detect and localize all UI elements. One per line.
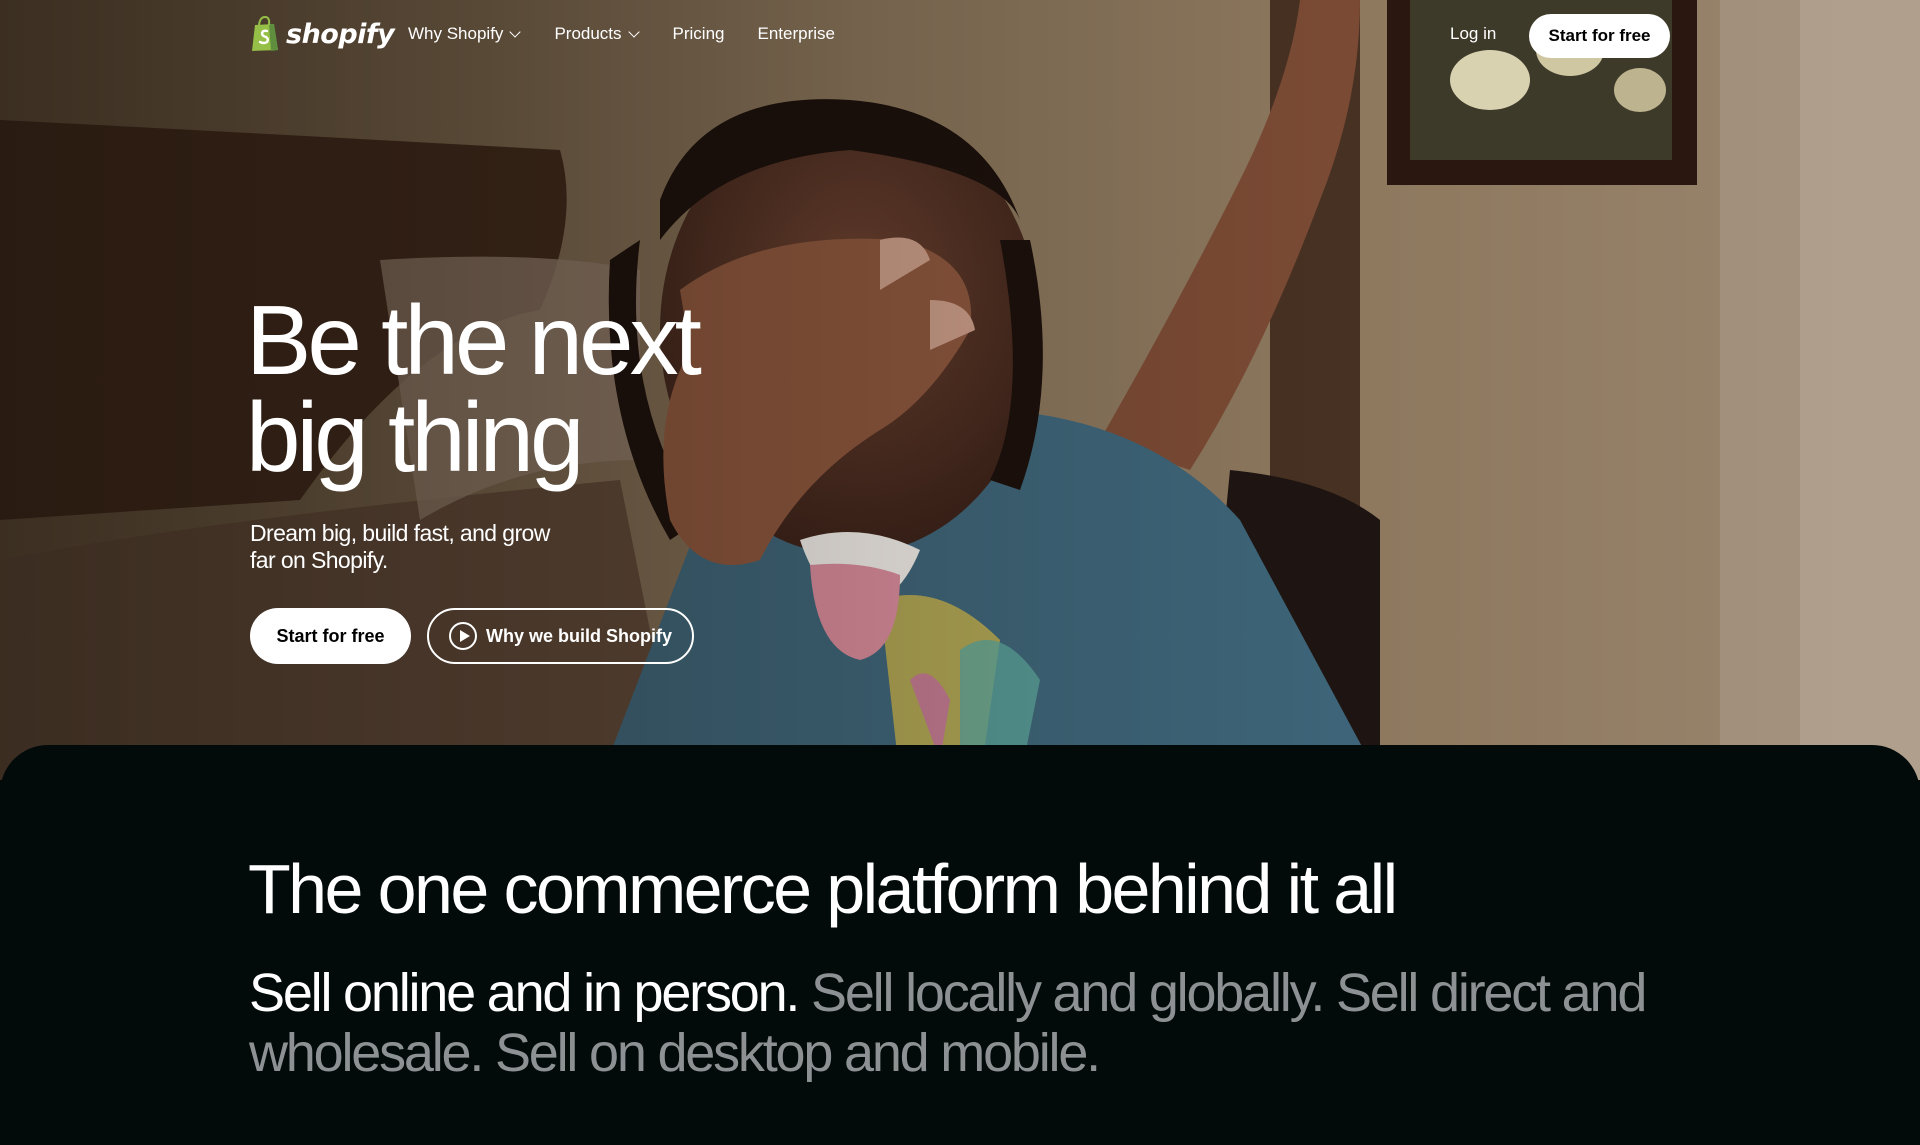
- login-link[interactable]: Log in: [1450, 24, 1496, 44]
- hero-start-free-button[interactable]: Start for free: [250, 608, 411, 664]
- nav-item-enterprise[interactable]: Enterprise: [758, 24, 835, 44]
- nav-item-why-shopify[interactable]: Why Shopify: [408, 24, 522, 44]
- top-navigation: shopify Why Shopify Products Pricing Ent…: [0, 0, 1920, 72]
- nav-item-label: Enterprise: [757, 24, 835, 43]
- nav-start-free-button[interactable]: Start for free: [1529, 14, 1670, 58]
- why-we-build-label: Why we build Shopify: [486, 625, 672, 646]
- nav-item-products[interactable]: Products: [554, 24, 640, 44]
- hero-title: Be the next big thing: [246, 291, 946, 486]
- nav-item-label: Pricing: [672, 24, 725, 43]
- why-we-build-shopify-button[interactable]: Why we build Shopify: [427, 608, 694, 664]
- shopify-logo[interactable]: shopify: [250, 16, 395, 52]
- chevron-down-icon: [627, 26, 640, 38]
- nav-links: Why Shopify Products Pricing Enterprise: [408, 24, 835, 44]
- shopify-bag-icon: [252, 16, 278, 51]
- hero-subtitle: Dream big, build fast, and grow far on S…: [250, 520, 550, 573]
- brand-wordmark: shopify: [286, 18, 395, 50]
- chevron-down-icon: [509, 26, 522, 38]
- nav-item-label: Why Shopify: [408, 24, 504, 43]
- hero-title-line-2: big thing: [246, 382, 585, 492]
- platform-lead-strong: Sell online and in person.: [249, 963, 800, 1023]
- hero-section: shopify Why Shopify Products Pricing Ent…: [0, 0, 1920, 780]
- nav-item-pricing[interactable]: Pricing: [673, 24, 725, 44]
- play-icon: [449, 622, 477, 650]
- platform-lead: Sell online and in person. Sell locally …: [249, 963, 1669, 1083]
- nav-item-label: Products: [554, 24, 622, 43]
- platform-heading: The one commerce platform behind it all: [248, 850, 1398, 928]
- platform-section: The one commerce platform behind it all …: [0, 745, 1920, 1145]
- hero-title-line-1: Be the next: [246, 285, 702, 395]
